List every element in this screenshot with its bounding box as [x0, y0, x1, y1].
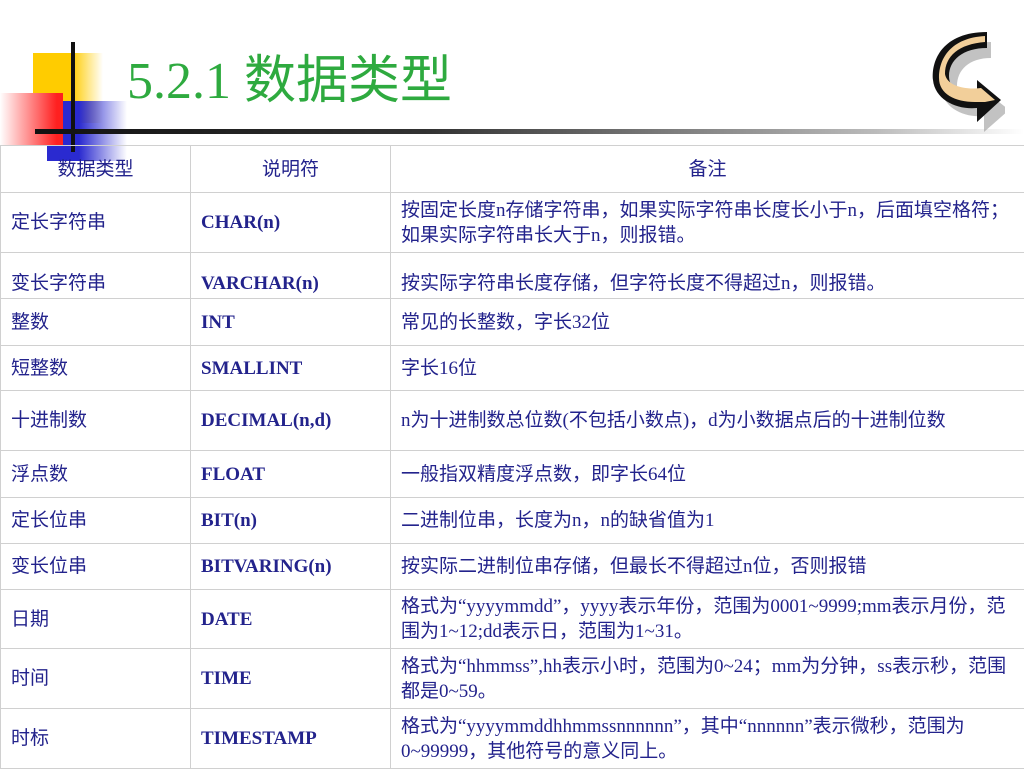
decor-vertical-line: [71, 42, 75, 152]
cell-note: 常见的长整数，字长32位: [391, 299, 1024, 346]
cell-note: 格式为“hhmmss”,hh表示小时，范围为0~24；mm为分钟，ss表示秒，范…: [391, 649, 1024, 709]
cell-spec: CHAR(n): [191, 193, 391, 253]
table-row: 时间 TIME 格式为“hhmmss”,hh表示小时，范围为0~24；mm为分钟…: [1, 649, 1024, 709]
table-row: 整数 INT 常见的长整数，字长32位: [1, 299, 1024, 346]
table-row: 时标 TIMESTAMP 格式为“yyyymmddhhmmssnnnnnn”，其…: [1, 709, 1024, 769]
cell-spec: TIMESTAMP: [191, 709, 391, 769]
table-row: 变长位串 BITVARING(n) 按实际二进制位串存储，但最长不得超过n位，否…: [1, 544, 1024, 590]
cell-note: 一般指双精度浮点数，即字长64位: [391, 451, 1024, 498]
table-row: 短整数 SMALLINT 字长16位: [1, 346, 1024, 391]
table-row: 变长字符串 VARCHAR(n) 按实际字符串长度存储，但字符长度不得超过n，则…: [1, 253, 1024, 299]
cell-note: 格式为“yyyymmdd”，yyyy表示年份，范围为0001~9999;mm表示…: [391, 590, 1024, 649]
cell-spec: TIME: [191, 649, 391, 709]
header-spec: 说明符: [191, 146, 391, 193]
cell-note: 二进制位串，长度为n，n的缺省值为1: [391, 498, 1024, 544]
cell-type: 变长字符串: [1, 253, 191, 299]
cell-note: 按实际二进制位串存储，但最长不得超过n位，否则报错: [391, 544, 1024, 590]
decor-red-square: [0, 93, 63, 145]
cell-type: 定长位串: [1, 498, 191, 544]
cell-note: 字长16位: [391, 346, 1024, 391]
cell-spec: SMALLINT: [191, 346, 391, 391]
cell-spec: BIT(n): [191, 498, 391, 544]
cell-spec: INT: [191, 299, 391, 346]
cell-spec: DATE: [191, 590, 391, 649]
cell-type: 定长字符串: [1, 193, 191, 253]
table-row: 十进制数 DECIMAL(n,d) n为十进制数总位数(不包括小数点)，d为小数…: [1, 391, 1024, 451]
data-types-table: 数据类型 说明符 备注 定长字符串 CHAR(n) 按固定长度n存储字符串，如果…: [0, 145, 1024, 769]
slide-title: 5.2.1 数据类型: [127, 56, 452, 108]
cell-spec: DECIMAL(n,d): [191, 391, 391, 451]
cell-note: 按实际字符串长度存储，但字符长度不得超过n，则报错。: [391, 253, 1024, 299]
table-row: 日期 DATE 格式为“yyyymmdd”，yyyy表示年份，范围为0001~9…: [1, 590, 1024, 649]
header-note: 备注: [391, 146, 1024, 193]
cell-type: 时标: [1, 709, 191, 769]
cell-type: 浮点数: [1, 451, 191, 498]
cell-note: 格式为“yyyymmddhhmmssnnnnnn”，其中“nnnnnn”表示微秒…: [391, 709, 1024, 769]
table-row: 定长字符串 CHAR(n) 按固定长度n存储字符串，如果实际字符串长度长小于n，…: [1, 193, 1024, 253]
curved-arrow-icon[interactable]: [925, 22, 1005, 132]
cell-spec: BITVARING(n): [191, 544, 391, 590]
cell-type: 短整数: [1, 346, 191, 391]
cell-type: 日期: [1, 590, 191, 649]
table-row: 浮点数 FLOAT 一般指双精度浮点数，即字长64位: [1, 451, 1024, 498]
cell-type: 整数: [1, 299, 191, 346]
header-type: 数据类型: [1, 146, 191, 193]
cell-type: 十进制数: [1, 391, 191, 451]
cell-note: 按固定长度n存储字符串，如果实际字符串长度长小于n，后面填空格符；如果实际字符串…: [391, 193, 1024, 253]
title-underline: [35, 129, 1024, 134]
cell-type: 时间: [1, 649, 191, 709]
cell-spec: FLOAT: [191, 451, 391, 498]
cell-note: n为十进制数总位数(不包括小数点)，d为小数据点后的十进制位数: [391, 391, 1024, 451]
cell-spec: VARCHAR(n): [191, 253, 391, 299]
cell-type: 变长位串: [1, 544, 191, 590]
table-header-row: 数据类型 说明符 备注: [1, 146, 1024, 193]
table-row: 定长位串 BIT(n) 二进制位串，长度为n，n的缺省值为1: [1, 498, 1024, 544]
